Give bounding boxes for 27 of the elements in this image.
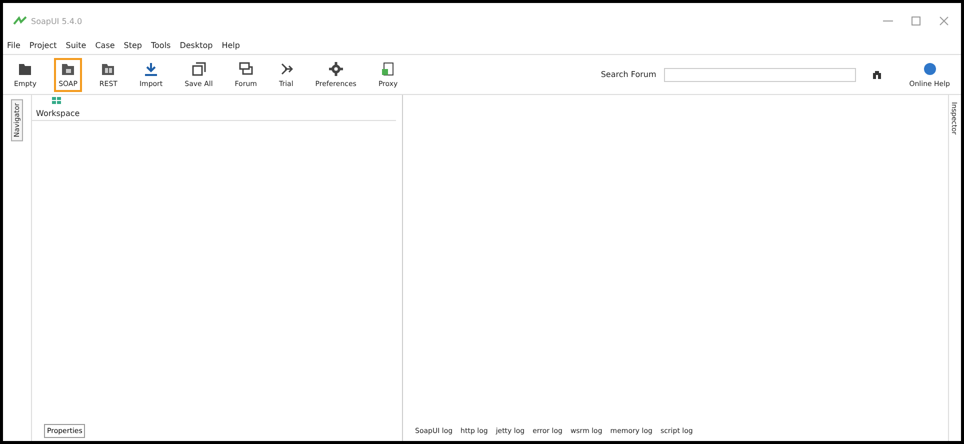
search-label: Search Forum <box>600 70 656 79</box>
save-icon <box>192 62 206 76</box>
window-title: SoapUI 5.4.0 <box>31 16 82 26</box>
arrow-icon <box>279 62 294 76</box>
menu-item[interactable]: Desktop <box>180 41 213 50</box>
settings-icon <box>328 62 343 76</box>
menu-item[interactable]: Suite <box>66 41 86 50</box>
search-field[interactable] <box>664 68 856 82</box>
menu-item[interactable]: Help <box>222 41 240 50</box>
help-icon <box>922 62 937 76</box>
chat-icon <box>238 62 253 76</box>
menu-item[interactable]: Step <box>124 41 142 50</box>
menu-item[interactable]: Case <box>95 41 115 50</box>
maximize-icon[interactable] <box>911 16 921 26</box>
document-icon <box>381 62 396 76</box>
download-icon <box>144 62 158 76</box>
tree-item[interactable]: Workspace <box>36 109 80 118</box>
menu-item[interactable]: File <box>7 41 20 50</box>
close-icon[interactable] <box>939 16 949 26</box>
menu-item[interactable]: Tools <box>151 41 171 50</box>
folder-icon <box>101 62 116 76</box>
grid-icon[interactable] <box>52 97 62 105</box>
menu-item[interactable]: Project <box>29 41 57 50</box>
folder-icon <box>61 62 75 76</box>
binoculars-icon[interactable] <box>872 70 882 80</box>
folder-icon <box>18 62 32 76</box>
app-logo-icon <box>13 16 27 26</box>
